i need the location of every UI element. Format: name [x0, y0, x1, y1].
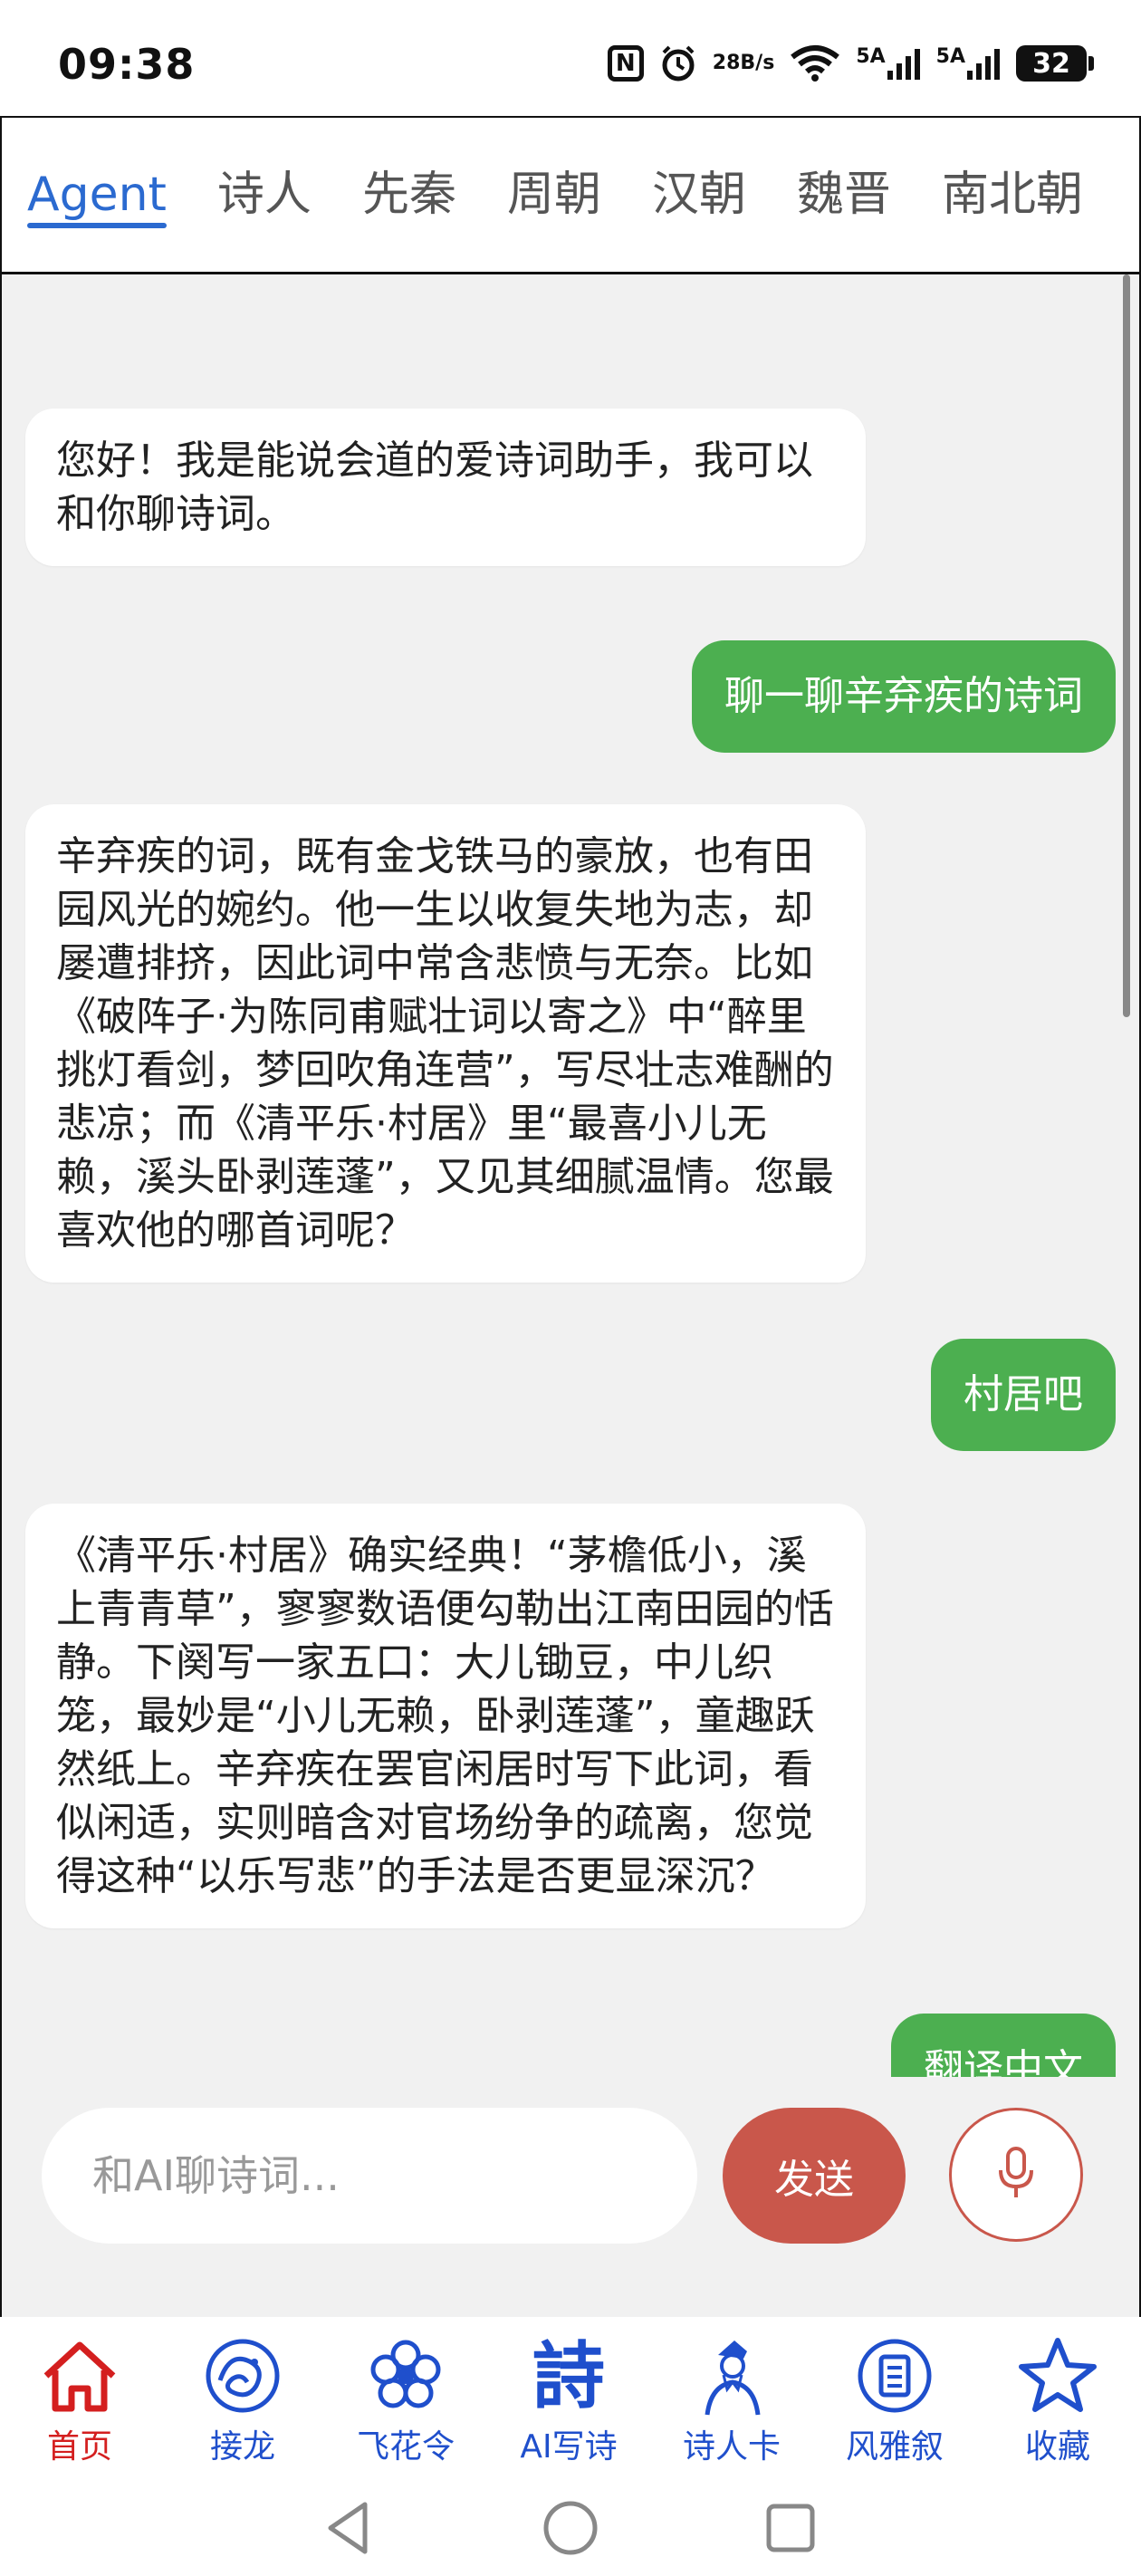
tab-northern-southern[interactable]: 南北朝 [916, 118, 1108, 272]
recents-button[interactable] [759, 2496, 822, 2560]
microphone-icon [994, 2145, 1038, 2205]
nfc-icon: N [607, 45, 644, 82]
data-speed-value: 28 [712, 52, 741, 74]
tab-pre-qin[interactable]: 先秦 [337, 118, 482, 272]
chat-area[interactable]: 您好！我是能说会道的爱诗词助手，我可以和你聊诗词。 聊一聊辛弃疾的诗词 辛弃疾的… [2, 274, 1139, 2077]
nav-feihualing-label: 飞花令 [356, 2428, 455, 2465]
shi-char-icon: 詩 [528, 2335, 609, 2417]
signal-icon-2: 5A [936, 45, 1002, 82]
send-button[interactable]: 发送 [723, 2108, 906, 2244]
chat-scrollbar[interactable] [1123, 274, 1130, 1017]
user-message: 翻译中文 [891, 2014, 1116, 2077]
chat-input[interactable]: 和AI聊诗词... [42, 2108, 697, 2244]
signal2-label: 5A [935, 45, 965, 68]
nav-home[interactable]: 首页 [7, 2335, 152, 2480]
tab-wei-jin[interactable]: 魏晋 [772, 118, 916, 272]
wifi-icon [789, 44, 841, 82]
alarm-icon [658, 43, 698, 83]
home-icon [39, 2335, 120, 2417]
home-button[interactable] [539, 2496, 602, 2560]
ai-message: 您好！我是能说会道的爱诗词助手，我可以和你聊诗词。 [25, 409, 866, 566]
status-icons: N 28 B/s 5A 5A 32 [607, 43, 1094, 83]
nav-favorites-label: 收藏 [1024, 2428, 1090, 2465]
battery-level: 32 [1016, 45, 1087, 82]
tab-agent[interactable]: Agent [2, 118, 192, 272]
nav-favorites[interactable]: 收藏 [985, 2335, 1130, 2480]
dragon-icon [202, 2335, 283, 2417]
nav-ai-poem[interactable]: 詩 AI写诗 [496, 2335, 641, 2480]
status-time: 09:38 [58, 40, 196, 89]
microphone-button[interactable] [949, 2108, 1083, 2242]
nav-fengyaxu-label: 风雅叙 [845, 2428, 944, 2465]
tab-han[interactable]: 汉朝 [627, 118, 772, 272]
user-message: 聊一聊辛弃疾的诗词 [692, 640, 1116, 753]
tab-zhou[interactable]: 周朝 [482, 118, 627, 272]
nav-poet-card[interactable]: 诗人卡 [659, 2335, 804, 2480]
category-tab-bar: Agent 诗人 先秦 周朝 汉朝 魏晋 南北朝 [2, 118, 1139, 274]
nav-ai-poem-label: AI写诗 [520, 2428, 618, 2465]
data-speed-unit: B/s [740, 52, 775, 74]
signal1-label: 5A [856, 45, 886, 68]
app-frame: Agent 诗人 先秦 周朝 汉朝 魏晋 南北朝 您好！我是能说会道的爱诗词助手… [0, 116, 1141, 2319]
ai-message: 《清平乐·村居》确实经典！“茅檐低小，溪上青青草”，寥寥数语便勾勒出江南田园的恬… [25, 1504, 866, 1928]
status-bar: 09:38 N 28 B/s 5A 5A 32 [0, 0, 1141, 116]
tab-poets[interactable]: 诗人 [192, 118, 337, 272]
flower-icon [365, 2335, 446, 2417]
ai-message: 辛弃疾的词，既有金戈铁马的豪放，也有田园风光的婉约。他一生以收复失地为志，却屡遭… [25, 804, 866, 1283]
shi-char-glyph: 詩 [532, 2333, 605, 2418]
input-row: 和AI聊诗词... 发送 [2, 2077, 1139, 2317]
nav-chain[interactable]: 接龙 [170, 2335, 315, 2480]
bottom-nav: 首页 接龙 飞花令 詩 AI写诗 诗人卡 风雅叙 收藏 [0, 2317, 1141, 2480]
nav-home-label: 首页 [46, 2428, 112, 2465]
signal-icon-1: 5A [856, 45, 921, 82]
poet-icon [691, 2335, 772, 2417]
system-nav-bar [0, 2480, 1141, 2576]
star-icon [1017, 2335, 1098, 2417]
back-button[interactable] [317, 2496, 380, 2560]
scroll-icon [854, 2335, 935, 2417]
battery-icon: 32 [1016, 45, 1094, 82]
nav-fengyaxu[interactable]: 风雅叙 [822, 2335, 967, 2480]
nav-feihualing[interactable]: 飞花令 [333, 2335, 478, 2480]
user-message: 村居吧 [931, 1339, 1116, 1451]
nav-chain-label: 接龙 [209, 2428, 275, 2465]
data-speed: 28 B/s [713, 53, 775, 73]
battery-tip [1088, 56, 1094, 71]
nav-poet-card-label: 诗人卡 [682, 2428, 781, 2465]
